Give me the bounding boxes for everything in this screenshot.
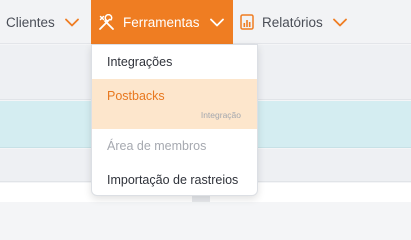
nav-clientes-label: Clientes	[6, 14, 55, 30]
menu-item-label: Integrações	[107, 55, 173, 69]
menu-item-label: Área de membros	[107, 139, 207, 153]
ferramentas-dropdown-menu: Integrações Postbacks Integração Área de…	[91, 44, 258, 196]
chevron-down-icon	[209, 18, 224, 27]
nav-ferramentas[interactable]: Ferramentas	[91, 0, 233, 44]
nav-relatorios[interactable]: Relatórios	[240, 0, 347, 44]
menu-item-label: Importação de rastreios	[107, 173, 239, 187]
nav-ferramentas-label: Ferramentas	[123, 14, 200, 30]
nav-clientes[interactable]: Clientes	[6, 0, 79, 44]
nav-relatorios-label: Relatórios	[262, 14, 323, 30]
top-navbar: Clientes Ferramentas Relatórios	[0, 0, 411, 44]
menu-item-integracoes[interactable]: Integrações	[92, 45, 257, 79]
menu-item-importacao-de-rastreios[interactable]: Importação de rastreios	[92, 164, 257, 195]
menu-item-postbacks[interactable]: Postbacks Integração	[92, 79, 257, 129]
chevron-down-icon	[64, 18, 79, 27]
menu-item-sublabel: Integração	[200, 110, 241, 120]
menu-item-area-de-membros: Área de membros	[92, 129, 257, 164]
chevron-down-icon	[332, 18, 347, 27]
tools-icon	[98, 13, 115, 31]
report-chart-icon	[240, 14, 254, 30]
menu-item-label: Postbacks	[107, 89, 165, 103]
